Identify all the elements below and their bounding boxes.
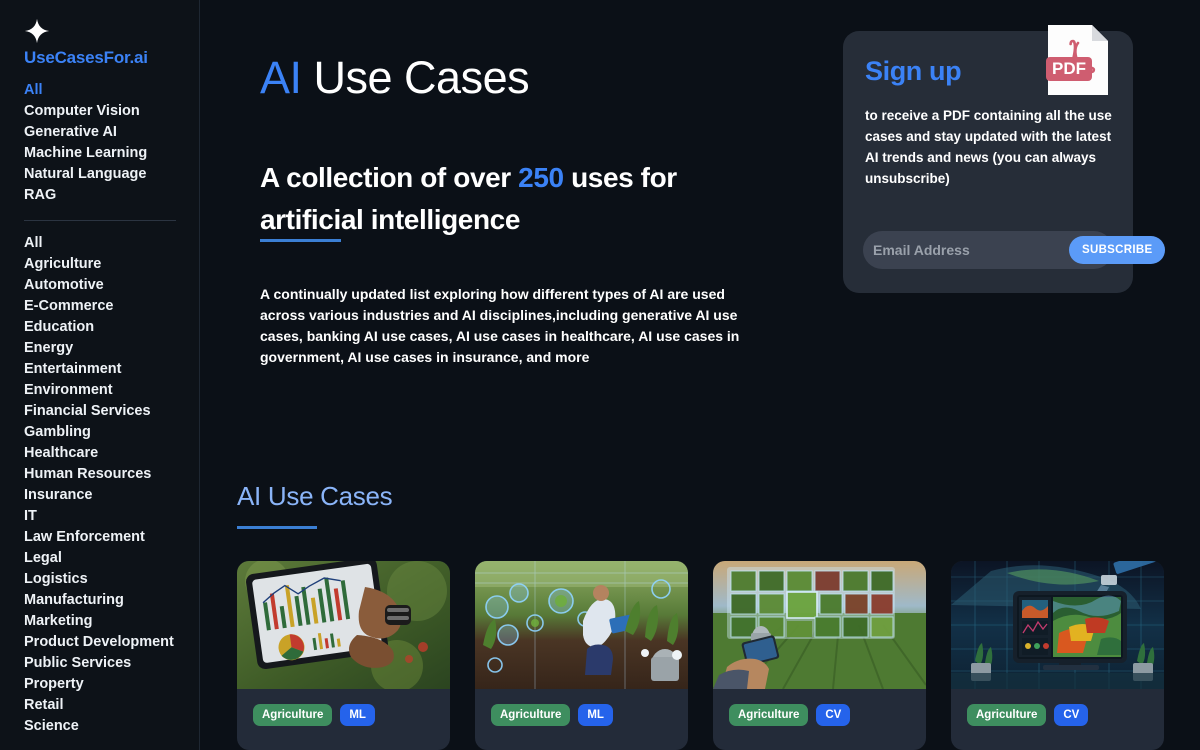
use-case-card[interactable]: Agriculture CV — [951, 561, 1164, 750]
sidebar-item-insurance[interactable]: Insurance — [24, 485, 199, 506]
card-thumbnail — [951, 561, 1164, 689]
use-case-card[interactable]: Agriculture CV — [713, 561, 926, 750]
card-category-tag[interactable]: Agriculture — [967, 704, 1047, 726]
svg-text:PDF: PDF — [1052, 59, 1086, 78]
sidebar-item-financial-services[interactable]: Financial Services — [24, 401, 199, 422]
card-discipline-tag[interactable]: CV — [1054, 704, 1089, 726]
card-category-tag[interactable]: Agriculture — [729, 704, 809, 726]
sidebar-item-e-commerce[interactable]: E-Commerce — [24, 296, 199, 317]
sidebar-item-healthcare[interactable]: Healthcare — [24, 443, 199, 464]
sidebar-item-automotive[interactable]: Automotive — [24, 275, 199, 296]
sidebar-item-education[interactable]: Education — [24, 317, 199, 338]
email-input[interactable] — [873, 235, 1069, 265]
card-tag-group: Agriculture CV — [967, 704, 1089, 726]
sidebar-item-all-disciplines[interactable]: All — [24, 80, 199, 101]
sidebar-item-agriculture[interactable]: Agriculture — [24, 254, 199, 275]
sidebar-divider — [24, 220, 176, 221]
sparkle-icon — [24, 18, 50, 44]
sidebar-item-law-enforcement[interactable]: Law Enforcement — [24, 527, 199, 548]
hero-description: A continually updated list exploring how… — [260, 286, 740, 365]
card-category-tag[interactable]: Agriculture — [491, 704, 571, 726]
sidebar-item-manufacturing[interactable]: Manufacturing — [24, 590, 199, 611]
sidebar-item-legal[interactable]: Legal — [24, 548, 199, 569]
section-title: AI Use Cases — [237, 481, 393, 511]
signup-description: to receive a PDF containing all the use … — [865, 108, 1112, 186]
card-discipline-tag[interactable]: CV — [816, 704, 851, 726]
card-tag-group: Agriculture ML — [491, 704, 613, 726]
pdf-file-icon: PDF — [1046, 23, 1110, 97]
main-content: AI Use Cases A collection of over 250 us… — [200, 0, 1200, 750]
sidebar-item-logistics[interactable]: Logistics — [24, 569, 199, 590]
sidebar-item-it[interactable]: IT — [24, 506, 199, 527]
hero-subheading: A collection of over 250 uses for artifi… — [260, 157, 760, 241]
sidebar-item-retail[interactable]: Retail — [24, 695, 199, 716]
use-case-card[interactable]: Agriculture ML — [475, 561, 688, 750]
sidebar-item-gambling[interactable]: Gambling — [24, 422, 199, 443]
sidebar-item-property[interactable]: Property — [24, 674, 199, 695]
sidebar-item-public-services[interactable]: Public Services — [24, 653, 199, 674]
card-tag-group: Agriculture ML — [253, 704, 375, 726]
sidebar-item-entertainment[interactable]: Entertainment — [24, 359, 199, 380]
sidebar-item-natural-language[interactable]: Natural Language — [24, 164, 199, 185]
sidebar-item-energy[interactable]: Energy — [24, 338, 199, 359]
sidebar: UseCasesFor.ai All Computer Vision Gener… — [0, 0, 200, 750]
card-thumbnail — [713, 561, 926, 689]
card-thumbnail — [475, 561, 688, 689]
card-discipline-tag[interactable]: ML — [578, 704, 613, 726]
card-thumbnail — [237, 561, 450, 689]
card-discipline-tag[interactable]: ML — [340, 704, 375, 726]
hero-underline-rule — [260, 239, 341, 242]
sidebar-item-computer-vision[interactable]: Computer Vision — [24, 101, 199, 122]
sidebar-item-generative-ai[interactable]: Generative AI — [24, 122, 199, 143]
subscribe-button[interactable]: SUBSCRIBE — [1069, 236, 1166, 264]
sidebar-item-marketing[interactable]: Marketing — [24, 611, 199, 632]
section-underline-rule — [237, 526, 317, 529]
use-case-card[interactable]: Agriculture ML — [237, 561, 450, 750]
card-category-tag[interactable]: Agriculture — [253, 704, 333, 726]
brand-logo-text[interactable]: UseCasesFor.ai — [24, 48, 199, 68]
sidebar-item-machine-learning[interactable]: Machine Learning — [24, 143, 199, 164]
logo-row — [24, 0, 199, 44]
sidebar-item-all-industries[interactable]: All — [24, 233, 199, 254]
subhead-before: A collection of over — [260, 162, 519, 193]
sidebar-item-rag[interactable]: RAG — [24, 185, 199, 206]
subhead-count: 250 — [518, 162, 564, 193]
page-root: UseCasesFor.ai All Computer Vision Gener… — [0, 0, 1200, 750]
sidebar-item-environment[interactable]: Environment — [24, 380, 199, 401]
use-case-card-grid: Agriculture ML Agriculture ML Agricultur… — [237, 561, 1164, 750]
page-title: AI Use Cases — [260, 52, 530, 104]
discipline-nav: All Computer Vision Generative AI Machin… — [24, 80, 199, 206]
signup-form: SUBSCRIBE — [863, 231, 1166, 269]
sidebar-item-product-development[interactable]: Product Development — [24, 632, 199, 653]
page-title-accent: AI — [260, 52, 302, 103]
page-title-rest: Use Cases — [301, 52, 530, 103]
sidebar-item-science[interactable]: Science — [24, 716, 199, 737]
industry-nav: All Agriculture Automotive E-Commerce Ed… — [24, 233, 199, 737]
card-tag-group: Agriculture CV — [729, 704, 851, 726]
sidebar-item-human-resources[interactable]: Human Resources — [24, 464, 199, 485]
